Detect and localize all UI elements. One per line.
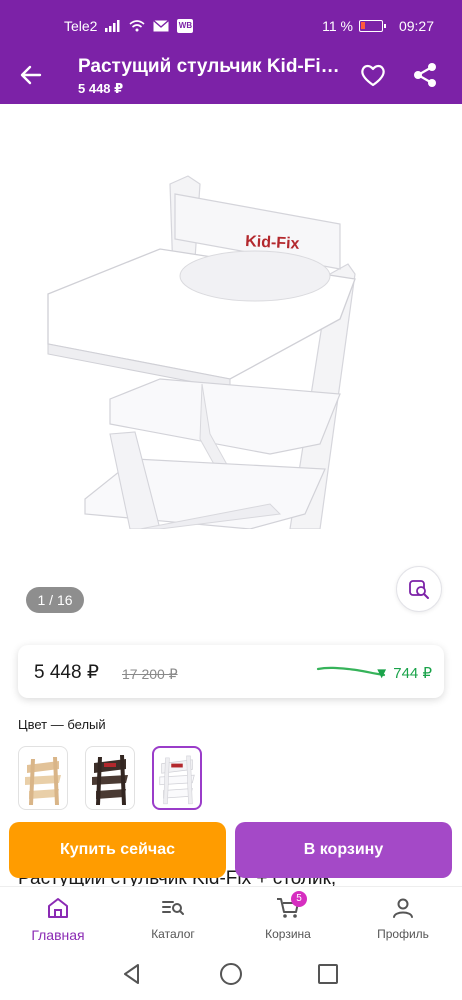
tab-home-label: Главная	[31, 927, 85, 943]
natural-chair-thumbnail	[25, 757, 61, 805]
battery-icon	[358, 20, 386, 32]
clock: 09:27	[398, 18, 434, 34]
status-bar: Tele2 WB 11 % 09:27	[0, 0, 462, 50]
product-gallery[interactable]: Kid-Fix 1 / 16	[0, 104, 462, 624]
color-swatch-natural[interactable]	[18, 746, 68, 810]
wifi-icon	[129, 20, 145, 32]
share-icon[interactable]	[410, 60, 440, 90]
system-home-icon[interactable]	[219, 962, 243, 986]
add-to-cart-button[interactable]: В корзину	[235, 822, 452, 878]
tab-catalog[interactable]: Каталог	[128, 895, 218, 941]
buy-now-button[interactable]: Купить сейчас	[9, 822, 226, 878]
page-title: Растущий стульчик Kid-Fix + столик	[78, 56, 348, 77]
catalog-search-icon	[162, 901, 184, 915]
cart-count-badge: 5	[291, 891, 307, 907]
tab-home[interactable]: Главная	[13, 895, 103, 943]
home-icon	[48, 898, 68, 918]
signal-icon	[105, 20, 120, 32]
header-nav: Растущий стульчик Kid-Fix + столик 5 448…	[0, 50, 462, 104]
current-price: 5 448 ₽	[34, 662, 99, 683]
dark-chair-thumbnail	[92, 755, 128, 805]
tab-catalog-label: Каталог	[151, 927, 195, 941]
app-header: Tele2 WB 11 % 09:27 Растущий стульчик Ki…	[0, 0, 462, 104]
wb-app-icon: WB	[177, 19, 194, 33]
favorite-heart-icon[interactable]	[358, 60, 388, 90]
tab-cart[interactable]: 5 Корзина	[243, 891, 333, 941]
tab-profile-label: Профиль	[377, 927, 429, 941]
product-page: Tele2 WB 11 % 09:27 Растущий стульчик Ki…	[0, 0, 462, 1000]
system-recents-icon[interactable]	[316, 962, 340, 986]
white-chair-thumbnail	[159, 755, 195, 805]
system-back-icon[interactable]	[120, 962, 144, 986]
status-right: 11 % 09:27	[322, 18, 434, 34]
product-photo-white-chair[interactable]: Kid-Fix	[40, 164, 360, 529]
carrier-name: Tele2	[64, 18, 98, 34]
profile-icon	[393, 898, 413, 918]
image-search-icon	[409, 580, 429, 599]
price-drop-value: ▼ 744 ₽	[374, 665, 432, 682]
system-navigation-bar	[0, 948, 462, 1000]
color-label: Цвет — белый	[18, 717, 106, 732]
visual-search-button[interactable]	[396, 566, 442, 612]
tab-profile[interactable]: Профиль	[358, 895, 448, 941]
status-left: Tele2 WB	[64, 18, 194, 34]
mail-icon	[153, 20, 170, 32]
color-swatch-white[interactable]	[152, 746, 202, 810]
price-card[interactable]: 5 448 ₽ 17 200 ₽ ▼ 744 ₽	[18, 645, 444, 698]
header-price: 5 448 ₽	[78, 81, 124, 96]
tab-cart-label: Корзина	[265, 927, 311, 941]
old-price: 17 200 ₽	[122, 666, 178, 682]
image-counter: 1 / 16	[26, 587, 84, 613]
color-swatch-dark[interactable]	[85, 746, 135, 810]
bottom-tab-bar: Главная Каталог 5 Корзина Профиль	[0, 886, 462, 948]
cart-icon-wrap: 5	[275, 891, 307, 921]
battery-percent: 11 %	[322, 18, 353, 34]
back-arrow-icon[interactable]	[16, 60, 46, 90]
brand-logo-text: Kid-Fix	[245, 233, 300, 253]
